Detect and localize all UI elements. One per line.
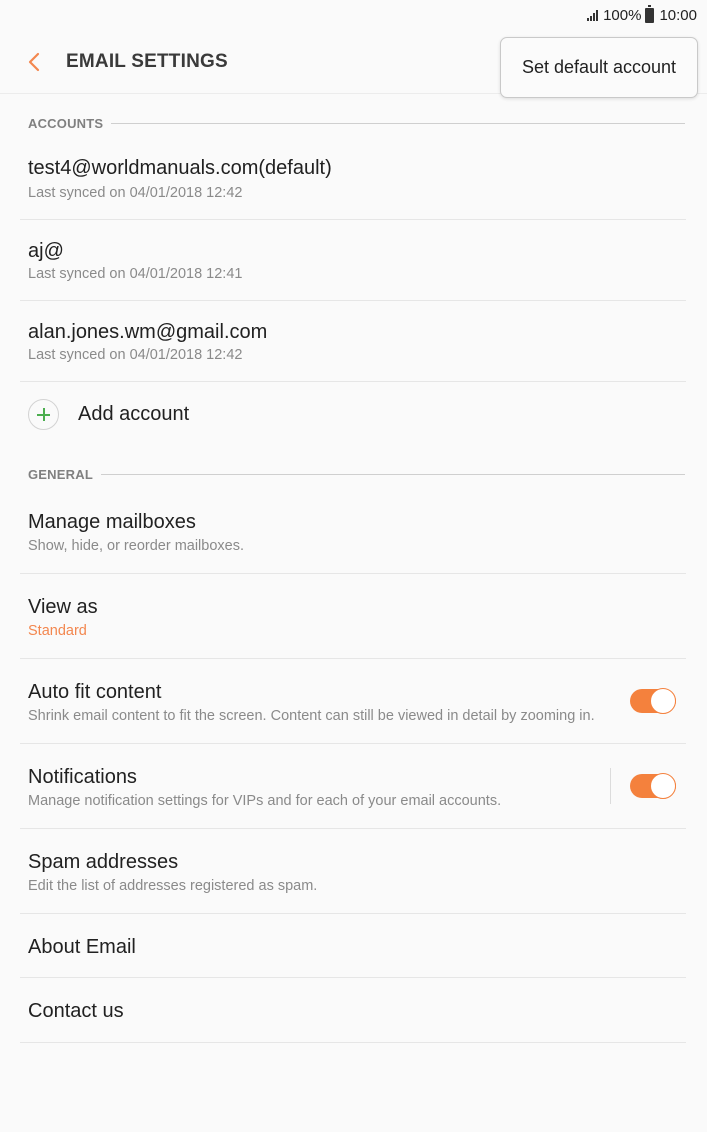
account-email: alan.jones.wm@gmail.com — [28, 321, 268, 343]
battery-percent: 100% — [603, 6, 642, 24]
clock: 10:00 — [659, 6, 697, 24]
toggle-knob — [650, 773, 676, 799]
add-account-button[interactable]: Add account — [20, 382, 686, 448]
set-default-account-menu-item[interactable]: Set default account — [500, 37, 698, 98]
section-divider — [100, 473, 685, 475]
account-sync-time: Last synced on 04/01/2018 12:42 — [28, 185, 243, 201]
auto-fit-toggle[interactable] — [630, 688, 676, 714]
item-title: Manage mailboxes — [28, 511, 196, 533]
auto-fit-content-item[interactable]: Auto fit content Shrink email content to… — [20, 659, 686, 744]
item-title: Notifications — [28, 766, 137, 788]
item-title: Auto fit content — [28, 681, 162, 703]
view-as-item[interactable]: View as Standard — [20, 574, 686, 659]
item-subtitle: Show, hide, or reorder mailboxes. — [28, 538, 244, 554]
toggle-knob — [650, 688, 676, 714]
account-item[interactable]: aj@ Last synced on 04/01/2018 12:41 — [20, 220, 686, 301]
status-bar: 100% 10:00 — [0, 0, 707, 30]
add-account-label: Add account — [78, 403, 190, 425]
section-label: ACCOUNTS — [28, 115, 104, 131]
account-sync-time: Last synced on 04/01/2018 12:42 — [28, 347, 243, 363]
section-divider — [111, 122, 685, 124]
item-subtitle: Shrink email content to fit the screen. … — [28, 708, 595, 724]
plus-icon — [28, 399, 59, 430]
item-subtitle: Edit the list of addresses registered as… — [28, 878, 318, 894]
contact-us-item[interactable]: Contact us — [20, 978, 686, 1043]
general-section-header: GENERAL — [28, 465, 685, 483]
notifications-item[interactable]: Notifications Manage notification settin… — [20, 744, 686, 829]
view-as-value: Standard — [28, 623, 87, 639]
account-email: aj@ — [28, 240, 64, 262]
item-title: Contact us — [28, 1000, 124, 1022]
item-title: About Email — [28, 936, 136, 958]
account-sync-time: Last synced on 04/01/2018 12:41 — [28, 266, 243, 282]
accounts-section-header: ACCOUNTS — [28, 114, 685, 132]
item-title: Spam addresses — [28, 851, 179, 873]
manage-mailboxes-item[interactable]: Manage mailboxes Show, hide, or reorder … — [20, 489, 686, 574]
chevron-left-icon[interactable] — [24, 50, 46, 74]
account-item[interactable]: alan.jones.wm@gmail.com Last synced on 0… — [20, 301, 686, 382]
notifications-toggle[interactable] — [630, 773, 676, 799]
item-subtitle: Manage notification settings for VIPs an… — [28, 793, 502, 809]
item-title: View as — [28, 596, 98, 618]
account-email: test4@worldmanuals.com(default) — [28, 157, 332, 179]
spam-addresses-item[interactable]: Spam addresses Edit the list of addresse… — [20, 829, 686, 914]
signal-icon — [587, 9, 599, 21]
vertical-divider — [610, 768, 611, 804]
account-item[interactable]: test4@worldmanuals.com(default) Last syn… — [20, 139, 686, 220]
page-title: EMAIL SETTINGS — [66, 51, 228, 72]
about-email-item[interactable]: About Email — [20, 914, 686, 978]
battery-icon — [645, 4, 655, 23]
section-label: GENERAL — [28, 466, 93, 482]
